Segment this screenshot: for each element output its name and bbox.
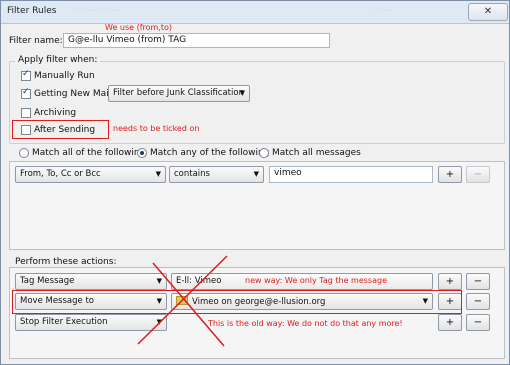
cross-line-2 xyxy=(152,262,225,347)
filter-rules-window: Filter Rules ·· ··· ··· ··· ···· ·· ····… xyxy=(0,0,510,365)
strike-through-cross xyxy=(137,255,228,347)
cross-line-1 xyxy=(137,255,228,345)
